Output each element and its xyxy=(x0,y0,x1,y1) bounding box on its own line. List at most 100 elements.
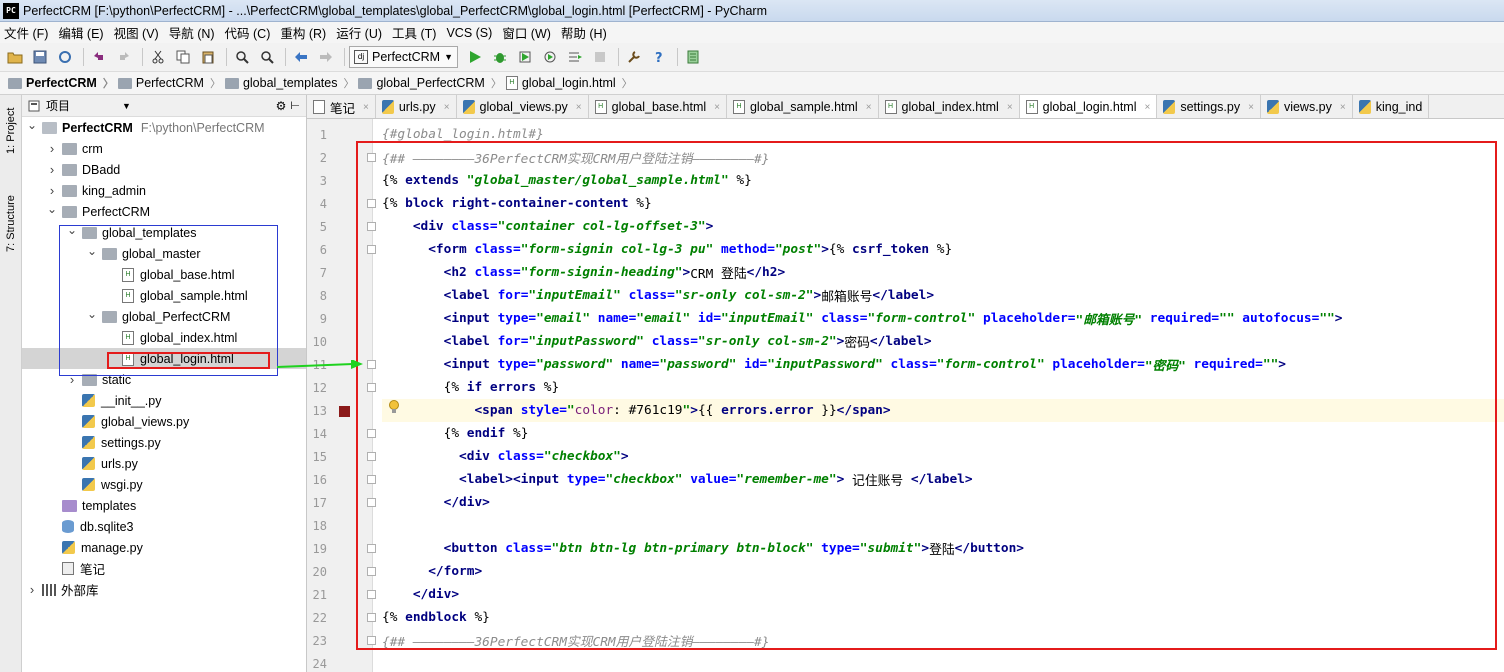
settings-wrench-icon[interactable] xyxy=(623,46,645,68)
code-token: > xyxy=(1334,311,1343,326)
editor-tab[interactable]: urls.py × xyxy=(376,95,457,118)
close-icon[interactable]: × xyxy=(1340,102,1346,113)
tree-item[interactable]: › 外部库 xyxy=(22,579,306,600)
code-token: </span> xyxy=(836,403,891,418)
tree-item[interactable]: manage.py xyxy=(22,537,306,558)
profile-icon[interactable] xyxy=(539,46,561,68)
menu-item[interactable]: 导航 (N) xyxy=(169,23,215,42)
code-line: <button class= "btn btn-lg btn-primary bt… xyxy=(382,537,1024,560)
close-icon[interactable]: × xyxy=(714,102,720,113)
run-concurrency-icon[interactable] xyxy=(564,46,586,68)
editor-tab[interactable]: views.py × xyxy=(1261,95,1353,118)
annotation-arrow xyxy=(277,360,363,369)
tree-item[interactable]: __init__.py xyxy=(22,390,306,411)
code-token: </button> xyxy=(954,541,1024,556)
debug-icon[interactable] xyxy=(489,46,511,68)
tree-item[interactable]: db.sqlite3 xyxy=(22,516,306,537)
editor-tab[interactable]: king_ind xyxy=(1353,95,1430,118)
run-coverage-icon[interactable] xyxy=(514,46,536,68)
editor-tab[interactable]: global_views.py × xyxy=(457,95,589,118)
redo-icon[interactable] xyxy=(113,46,135,68)
close-icon[interactable]: × xyxy=(363,102,369,113)
replace-icon[interactable] xyxy=(256,46,278,68)
tree-item[interactable]: ⌄ PerfectCRM xyxy=(22,201,306,222)
project-view-label[interactable]: 项目 xyxy=(46,97,70,114)
tree-item[interactable]: › king_admin xyxy=(22,180,306,201)
tree-item[interactable]: urls.py xyxy=(22,453,306,474)
tree-item[interactable]: templates xyxy=(22,495,306,516)
structure-tool-tab[interactable]: 7: Structure xyxy=(2,187,20,261)
tree-item[interactable]: 笔记 xyxy=(22,558,306,579)
menu-item[interactable]: VCS (S) xyxy=(446,26,492,40)
menu-item[interactable]: 工具 (T) xyxy=(392,23,436,42)
code-area[interactable]: {#global_login.html#} {## ————————36Perfe… xyxy=(374,119,1504,672)
menu-item[interactable]: 运行 (U) xyxy=(336,23,382,42)
save-all-icon[interactable] xyxy=(29,46,51,68)
code-token: > xyxy=(836,334,845,349)
editor-tab[interactable]: Hglobal_index.html × xyxy=(879,95,1020,118)
breakpoint-icon[interactable] xyxy=(339,406,350,417)
menu-item[interactable]: 视图 (V) xyxy=(114,23,159,42)
menu-item[interactable]: 窗口 (W) xyxy=(502,23,551,42)
breadcrumb-item[interactable]: global_PerfectCRM 〉 xyxy=(358,75,502,91)
breadcrumb-label: PerfectCRM xyxy=(26,76,97,90)
menu-item[interactable]: 重构 (R) xyxy=(280,23,326,42)
chevron-right-icon[interactable]: › xyxy=(46,183,58,198)
tree-item-label: PerfectCRM xyxy=(82,204,151,219)
menu-item[interactable]: 文件 (F) xyxy=(4,23,48,42)
code-editor[interactable]: 1 2 3 4 5 6 7 8 9 10 11 12 13 14 15 16 17 18 19 20 21 22 23 24 … xyxy=(307,119,1504,672)
breadcrumb-item[interactable]: PerfectCRM 〉 xyxy=(117,75,221,91)
tree-item[interactable]: wsgi.py xyxy=(22,474,306,495)
close-icon[interactable]: × xyxy=(444,102,450,113)
run-configuration-select[interactable]: dj PerfectCRM ▼ xyxy=(349,46,458,68)
breadcrumb-item[interactable]: Hglobal_login.html 〉 xyxy=(505,75,633,91)
gear-icon[interactable]: ⚙ xyxy=(276,99,287,113)
close-icon[interactable]: × xyxy=(1144,102,1150,113)
chevron-right-icon[interactable]: › xyxy=(26,582,38,597)
chevron-down-icon[interactable]: ⌄ xyxy=(46,202,58,216)
run-icon[interactable] xyxy=(464,46,486,68)
close-icon[interactable]: × xyxy=(1007,102,1013,113)
menu-item[interactable]: 代码 (C) xyxy=(225,23,271,42)
menu-item[interactable]: 编辑 (E) xyxy=(58,23,103,42)
tree-item[interactable]: › crm xyxy=(22,138,306,159)
editor-tab[interactable]: settings.py × xyxy=(1157,95,1261,118)
breadcrumb-item[interactable]: PerfectCRM 〉 xyxy=(8,75,114,91)
paste-icon[interactable] xyxy=(197,46,219,68)
editor-tab[interactable]: Hglobal_login.html × xyxy=(1019,95,1158,118)
editor-gutter[interactable]: 1 2 3 4 5 6 7 8 9 10 11 12 13 14 15 16 17 18 19 20 21 22 23 24 xyxy=(307,119,376,672)
database-icon xyxy=(62,520,74,533)
undo-icon[interactable] xyxy=(88,46,110,68)
chevron-down-icon[interactable]: ⌄ xyxy=(26,118,38,132)
cut-icon[interactable] xyxy=(147,46,169,68)
forward-icon[interactable] xyxy=(315,46,337,68)
close-icon[interactable]: × xyxy=(576,102,582,113)
editor-tab[interactable]: Hglobal_sample.html × xyxy=(727,95,879,118)
vcs-icon[interactable] xyxy=(682,46,704,68)
sync-icon[interactable] xyxy=(54,46,76,68)
back-icon[interactable] xyxy=(290,46,312,68)
chevron-right-icon[interactable]: › xyxy=(46,141,58,156)
help-icon[interactable]: ? xyxy=(648,46,670,68)
menu-item[interactable]: 帮助 (H) xyxy=(561,23,607,42)
stop-icon[interactable] xyxy=(589,46,611,68)
close-icon[interactable]: × xyxy=(866,102,872,113)
chevron-right-icon[interactable]: › xyxy=(46,162,58,177)
tree-item[interactable]: › DBadd xyxy=(22,159,306,180)
tree-item[interactable]: global_views.py xyxy=(22,411,306,432)
project-tool-tab[interactable]: 1: Project xyxy=(2,101,20,161)
editor-tab[interactable]: 笔记 × xyxy=(307,95,376,118)
open-folder-icon[interactable] xyxy=(4,46,26,68)
tree-item[interactable]: ⌄ PerfectCRM F:\python\PerfectCRM xyxy=(22,117,306,138)
close-icon[interactable]: × xyxy=(1248,102,1254,113)
tree-item[interactable]: settings.py xyxy=(22,432,306,453)
editor-tab[interactable]: Hglobal_base.html × xyxy=(589,95,727,118)
lightbulb-icon[interactable] xyxy=(388,400,400,414)
code-token: required= xyxy=(1149,311,1220,326)
copy-icon[interactable] xyxy=(172,46,194,68)
project-panel: 项目 ▼ ⚙ ⊢ ⌄ PerfectCRM F:\python\PerfectCRM… xyxy=(22,95,307,672)
collapse-panel-icon[interactable]: ⊢ xyxy=(290,99,300,112)
find-icon[interactable] xyxy=(231,46,253,68)
chevron-down-icon[interactable]: ▼ xyxy=(122,101,131,111)
breadcrumb-item[interactable]: global_templates 〉 xyxy=(224,75,354,91)
